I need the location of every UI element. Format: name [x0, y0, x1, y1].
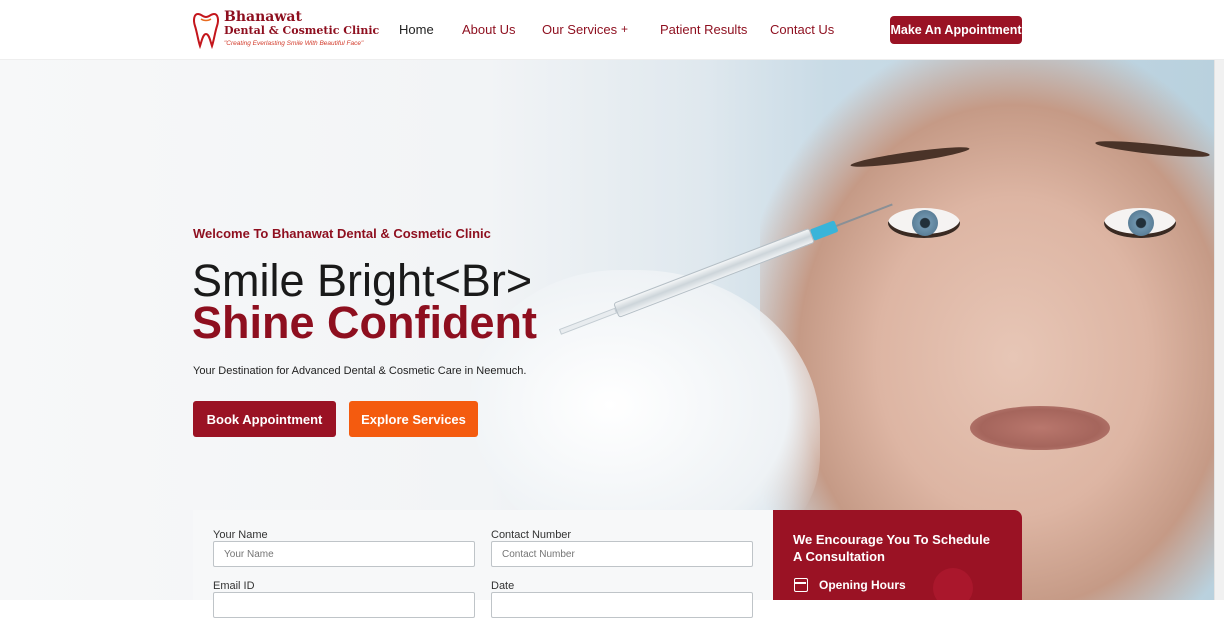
appointment-form: Your Name Contact Number Email ID Date — [193, 510, 773, 618]
contact-number-input[interactable] — [491, 541, 753, 567]
logo-tagline: "Creating Everlasting Smile With Beautif… — [224, 40, 364, 47]
site-header: Bhanawat Dental & Cosmetic Clinic "Creat… — [0, 0, 1224, 60]
hero-title-line-2: Shine Confident — [192, 297, 537, 348]
book-appointment-button[interactable]: Book Appointment — [193, 401, 336, 437]
nav-about[interactable]: About Us — [462, 22, 515, 37]
nav-contact[interactable]: Contact Us — [770, 22, 834, 37]
decorative-circle — [933, 568, 973, 600]
email-input[interactable] — [213, 592, 475, 618]
nav-home[interactable]: Home — [399, 22, 434, 37]
schedule-panel: We Encourage You To Schedule A Consultat… — [773, 510, 1022, 600]
logo-subtitle: Dental & Cosmetic Clinic — [224, 24, 380, 37]
clinic-logo[interactable]: Bhanawat Dental & Cosmetic Clinic "Creat… — [192, 8, 379, 52]
explore-services-button[interactable]: Explore Services — [349, 401, 478, 437]
tooth-logo-icon — [193, 12, 219, 50]
name-label: Your Name — [213, 529, 268, 541]
name-input[interactable] — [213, 541, 475, 567]
nav-patient-results[interactable]: Patient Results — [660, 22, 747, 37]
email-label: Email ID — [213, 580, 255, 592]
opening-hours-label: Opening Hours — [819, 578, 906, 592]
date-input[interactable] — [491, 592, 753, 618]
contact-number-label: Contact Number — [491, 529, 572, 541]
portrait-eye — [888, 208, 960, 238]
portrait-eye — [1104, 208, 1176, 238]
logo-name: Bhanawat — [224, 9, 302, 25]
page-scrollbar[interactable] — [1214, 0, 1224, 600]
nav-services[interactable]: Our Services — [542, 22, 617, 37]
hero-lead-text: Your Destination for Advanced Dental & C… — [193, 365, 527, 377]
services-expand-icon[interactable]: + — [621, 22, 628, 36]
calendar-icon — [794, 578, 808, 592]
date-label: Date — [491, 580, 515, 592]
make-appointment-button[interactable]: Make An Appointment — [890, 16, 1022, 44]
welcome-heading: Welcome To Bhanawat Dental & Cosmetic Cl… — [193, 226, 491, 241]
schedule-title: We Encourage You To Schedule A Consultat… — [793, 532, 990, 564]
portrait-lips — [970, 406, 1110, 450]
